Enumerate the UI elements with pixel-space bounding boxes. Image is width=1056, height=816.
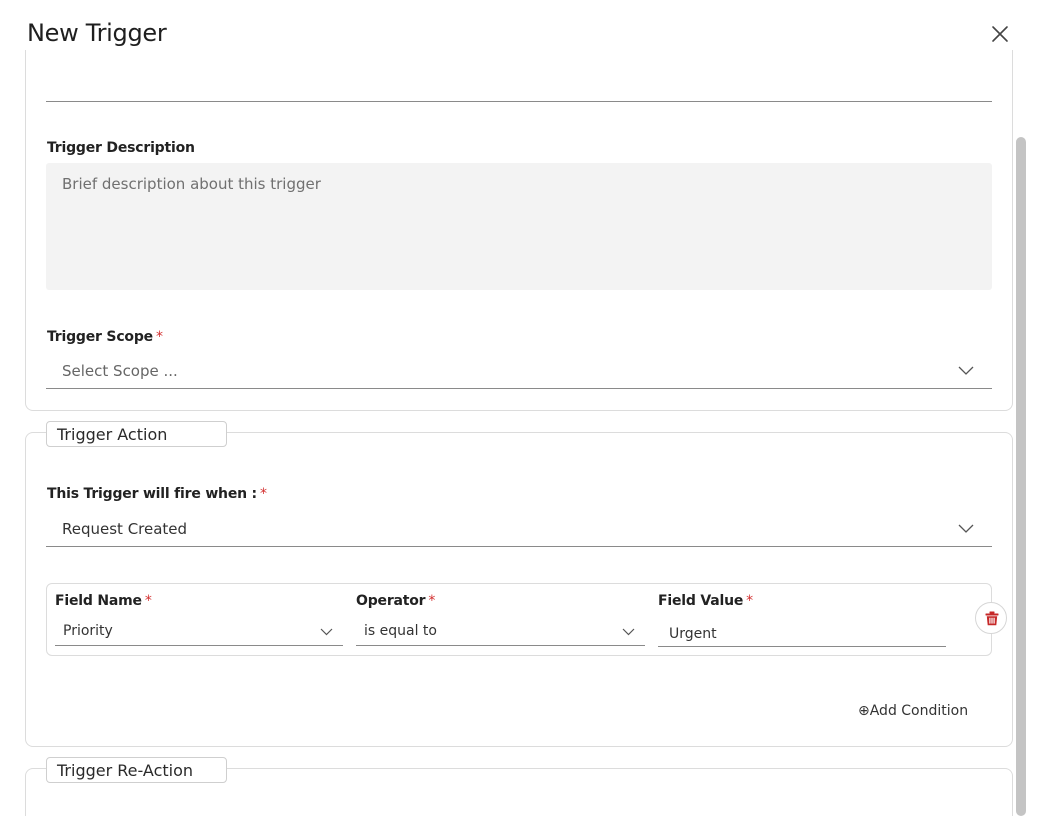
add-condition-button[interactable]: ⊕Add Condition — [858, 703, 968, 719]
required-mark: * — [746, 593, 753, 609]
chevron-down-icon — [320, 628, 333, 636]
chevron-down-icon — [958, 524, 974, 533]
field-value-label: Field Value * — [658, 593, 753, 609]
required-mark: * — [259, 486, 267, 502]
fire-when-value: Request Created — [62, 520, 188, 538]
trigger-scope-placeholder: Select Scope ... — [62, 362, 178, 380]
field-name-select[interactable]: Priority — [55, 622, 343, 646]
trigger-scope-select[interactable]: Select Scope ... — [46, 361, 992, 389]
dialog-title: New Trigger — [27, 19, 167, 47]
trigger-description-label: Trigger Description — [47, 140, 195, 156]
trigger-action-legend: Trigger Action — [46, 421, 227, 447]
trigger-reaction-legend: Trigger Re-Action — [46, 757, 227, 783]
chevron-down-icon — [622, 628, 635, 636]
close-icon[interactable] — [988, 22, 1012, 46]
operator-label: Operator * — [356, 593, 436, 609]
trash-icon — [985, 611, 999, 626]
chevron-down-icon — [958, 366, 974, 375]
field-name-value: Priority — [63, 623, 113, 639]
operator-value: is equal to — [364, 623, 437, 639]
fire-when-select[interactable]: Request Created — [46, 519, 992, 547]
fire-when-label: This Trigger will fire when : * — [47, 486, 267, 502]
scrollbar-thumb[interactable] — [1016, 137, 1026, 816]
required-mark: * — [155, 329, 163, 345]
field-value-input[interactable] — [658, 622, 946, 647]
field-name-label: Field Name * — [55, 593, 152, 609]
trigger-scope-label: Trigger Scope * — [47, 329, 163, 345]
trigger-description-input[interactable] — [46, 163, 992, 290]
delete-condition-button[interactable] — [975, 602, 1007, 634]
trigger-name-field-underline[interactable] — [46, 101, 992, 102]
operator-select[interactable]: is equal to — [356, 622, 645, 646]
required-mark: * — [428, 593, 436, 609]
required-mark: * — [144, 593, 152, 609]
